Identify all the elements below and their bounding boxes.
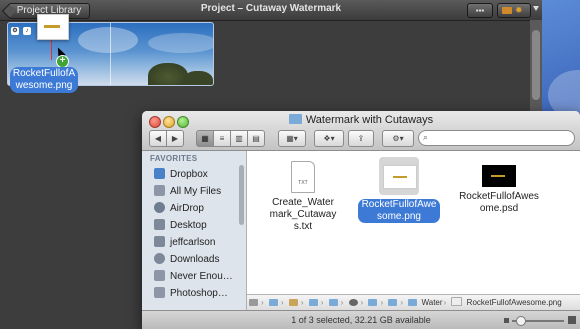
- sidebar-item-label: All My Files: [170, 186, 222, 197]
- desktop-icon: [154, 219, 165, 230]
- cloud-shape: [148, 33, 213, 53]
- home-icon: [154, 236, 165, 247]
- dragged-image-thumbnail: [37, 14, 69, 40]
- share-button[interactable]: ⇪: [348, 130, 374, 147]
- folder-icon[interactable]: [388, 299, 398, 306]
- image-file-icon: [451, 297, 463, 306]
- finder-title: Watermark with Cutaways: [142, 114, 580, 126]
- finder-sidebar: FAVORITES Dropbox All My Files AirDrop D…: [142, 151, 247, 310]
- clip-audio-icon[interactable]: ♪: [23, 27, 31, 35]
- rocket-logo: [44, 25, 60, 28]
- tree-shape: [183, 71, 213, 85]
- finder-window: Watermark with Cutaways ◀ ▶ ▦ ≡ ▥ ▤ ▦▾ ❖…: [142, 111, 580, 329]
- sidebar-scrollbar[interactable]: [239, 165, 244, 225]
- camera-icon: [502, 7, 512, 14]
- project-title: Project – Cutaway Watermark: [200, 3, 342, 14]
- sidebar-item-label: Photoshop…: [170, 288, 228, 299]
- filmstrip-view-button[interactable]: ▪▪▪: [467, 3, 493, 18]
- sidebar-item-airdrop[interactable]: AirDrop: [154, 201, 244, 217]
- file-icon-view: TXT Create_Watermark_Cutaways.txt Rocket…: [247, 151, 580, 294]
- dropbox-button[interactable]: ❖▾: [314, 130, 344, 147]
- sidebar-item-photoshop[interactable]: Photoshop…: [154, 286, 244, 302]
- cloud-shape: [78, 27, 138, 53]
- folder-icon[interactable]: [308, 299, 318, 306]
- icon-size-slider-knob[interactable]: [516, 316, 526, 326]
- path-bar: › › › › › › › › Water› RocketFullofAweso…: [247, 294, 580, 311]
- imovie-toolbar: Project Library Project – Cutaway Waterm…: [0, 0, 542, 21]
- dropdown-arrow-icon[interactable]: [533, 6, 539, 11]
- home-icon[interactable]: [288, 299, 298, 306]
- sidebar-item-home[interactable]: jeffcarlson: [154, 235, 244, 251]
- file-name: Create_Watermark_Cutaways.txt: [269, 197, 337, 232]
- sidebar-item-label: Desktop: [170, 220, 207, 231]
- png-file-icon: [379, 157, 419, 195]
- small-icon-size-icon: [504, 318, 509, 323]
- sidebar-item-label: Downloads: [170, 254, 220, 265]
- finder-title-text: Watermark with Cutaways: [305, 114, 434, 126]
- folder-icon[interactable]: [328, 299, 338, 306]
- search-input[interactable]: ⌕: [418, 130, 575, 146]
- forward-button[interactable]: ▶: [166, 130, 184, 147]
- folder-icon[interactable]: [408, 299, 418, 306]
- sidebar-item-never-enough[interactable]: Never Enou…: [154, 269, 244, 285]
- downloads-icon: [154, 253, 165, 264]
- sidebar-item-label: Dropbox: [170, 169, 208, 180]
- back-button[interactable]: ◀: [149, 130, 167, 147]
- finder-toolbar: Watermark with Cutaways ◀ ▶ ▦ ≡ ▥ ▤ ▦▾ ❖…: [142, 111, 580, 151]
- camera-toggle-button[interactable]: ✸: [497, 3, 531, 18]
- search-icon: ⌕: [423, 132, 429, 142]
- folder-icon: [154, 270, 165, 281]
- arrange-button[interactable]: ▦▾: [278, 130, 306, 147]
- path-file-label[interactable]: RocketFullofAwesome.png: [467, 298, 562, 307]
- folder-icon[interactable]: [268, 299, 278, 306]
- sidebar-item-all-my-files[interactable]: All My Files: [154, 184, 244, 200]
- scrollbar-thumb[interactable]: [532, 30, 540, 100]
- column-view-button[interactable]: ▥: [230, 130, 248, 147]
- airdrop-icon: [154, 202, 165, 213]
- sidebar-item-label: AirDrop: [170, 203, 204, 214]
- file-item-psd[interactable]: RocketFullofAwesome.psd: [453, 157, 545, 215]
- sidebar-item-label: jeffcarlson: [170, 237, 216, 248]
- sidebar-item-downloads[interactable]: Downloads: [154, 252, 244, 268]
- sidebar-item-dropbox[interactable]: Dropbox: [154, 167, 244, 183]
- sidebar-favorites-header: FAVORITES: [150, 154, 198, 163]
- dropbox-icon: [154, 168, 165, 179]
- star-icon: ✸: [515, 5, 523, 15]
- clip-settings-icon[interactable]: ⚙: [11, 27, 19, 35]
- folder-icon[interactable]: [368, 299, 378, 306]
- status-bar: 1 of 3 selected, 32.21 GB available: [142, 310, 580, 329]
- sidebar-item-desktop[interactable]: Desktop: [154, 218, 244, 234]
- list-view-button[interactable]: ≡: [213, 130, 231, 147]
- icon-view-button[interactable]: ▦: [196, 130, 214, 147]
- dragged-file-label: RocketFullofAwesome.png: [10, 67, 78, 93]
- file-name: RocketFullofAwesome.psd: [459, 191, 539, 214]
- dropbox-icon[interactable]: [348, 299, 358, 306]
- folder-icon: [154, 287, 165, 298]
- tree-shape: [148, 63, 188, 85]
- path-folder-label[interactable]: Water: [421, 298, 442, 307]
- action-gear-button[interactable]: ⚙▾: [382, 130, 414, 147]
- clip-divider: [110, 23, 111, 85]
- psd-file-icon: [482, 165, 516, 187]
- file-name: RocketFullofAwesome.png: [358, 199, 440, 223]
- sidebar-item-label: Never Enou…: [170, 271, 233, 282]
- large-icon-size-icon: [568, 316, 576, 324]
- file-item-png[interactable]: RocketFullofAwesome.png: [353, 157, 445, 223]
- disk-icon[interactable]: [249, 299, 258, 306]
- file-item-txt[interactable]: TXT Create_Watermark_Cutaways.txt: [257, 157, 349, 233]
- coverflow-view-button[interactable]: ▤: [247, 130, 265, 147]
- text-file-icon: TXT: [291, 161, 315, 193]
- txt-icon-label: TXT: [298, 180, 308, 186]
- folder-icon: [288, 114, 302, 124]
- all-files-icon: [154, 185, 165, 196]
